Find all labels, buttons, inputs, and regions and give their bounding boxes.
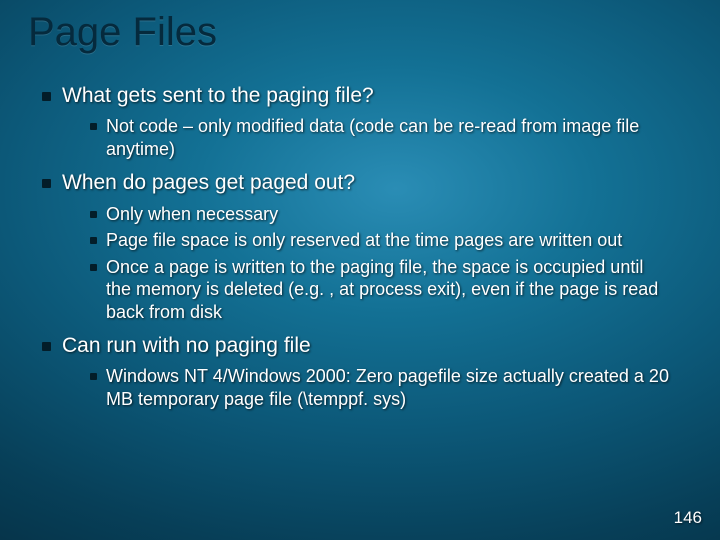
- page-number: 146: [674, 508, 702, 528]
- sub-bullet-list: Windows NT 4/Windows 2000: Zero pagefile…: [62, 365, 692, 410]
- bullet-item: Can run with no paging file Windows NT 4…: [42, 333, 692, 410]
- slide: Page Files What gets sent to the paging …: [0, 0, 720, 540]
- bullet-item: When do pages get paged out? Only when n…: [42, 170, 692, 323]
- bullet-item: What gets sent to the paging file? Not c…: [42, 83, 692, 160]
- bullet-text: What gets sent to the paging file?: [62, 84, 374, 107]
- bullet-text: When do pages get paged out?: [62, 171, 355, 194]
- sub-bullet-list: Not code – only modified data (code can …: [62, 115, 692, 160]
- slide-title: Page Files: [28, 8, 692, 55]
- sub-bullet-list: Only when necessary Page file space is o…: [62, 203, 692, 324]
- sub-bullet-item: Once a page is written to the paging fil…: [90, 256, 692, 324]
- sub-bullet-item: Windows NT 4/Windows 2000: Zero pagefile…: [90, 365, 692, 410]
- bullet-text: Can run with no paging file: [62, 334, 311, 357]
- bullet-list: What gets sent to the paging file? Not c…: [28, 83, 692, 410]
- sub-bullet-item: Page file space is only reserved at the …: [90, 229, 692, 252]
- sub-bullet-item: Only when necessary: [90, 203, 692, 226]
- sub-bullet-item: Not code – only modified data (code can …: [90, 115, 692, 160]
